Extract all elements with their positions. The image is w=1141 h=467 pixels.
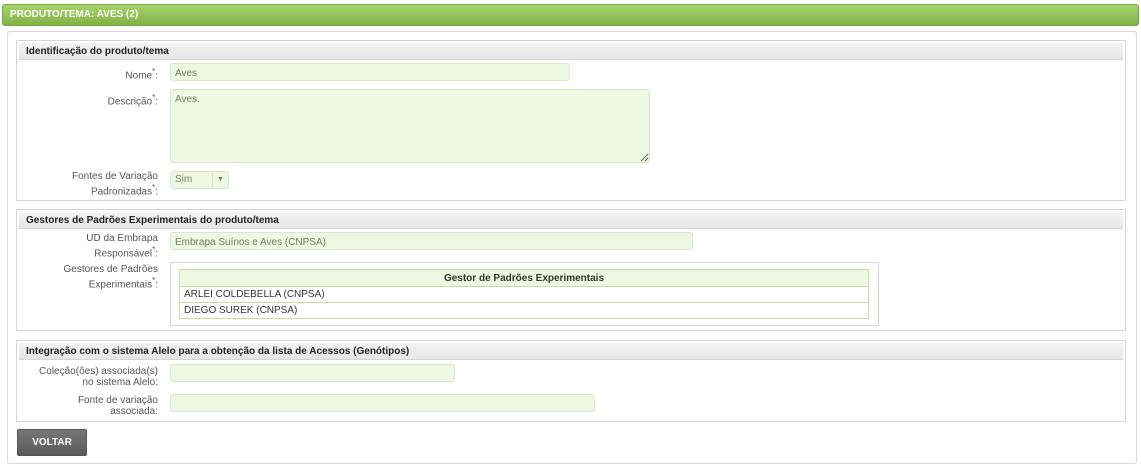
gestores-table-container: Gestor de Padrões Experimentais ARLEI CO… <box>170 262 879 326</box>
table-cell: DIEGO SUREK (CNPSA) <box>179 302 869 319</box>
ud-field[interactable]: Embrapa Suínos e Aves (CNPSA) <box>170 232 693 250</box>
table-row[interactable]: DIEGO SUREK (CNPSA) <box>179 302 869 319</box>
descricao-label: Descrição*: <box>107 93 158 108</box>
gestores-label: Gestores de Padrões Experimentais*: <box>63 264 159 291</box>
ud-label: UD da Embrapa Responsável*: <box>86 233 158 260</box>
descricao-textarea[interactable]: Aves. <box>170 89 650 163</box>
chevron-down-icon[interactable]: ▼ <box>212 172 228 188</box>
table-cell: ARLEI COLDEBELLA (CNPSA) <box>179 286 869 303</box>
nome-label: Nome*: <box>125 67 158 82</box>
resize-grip-icon[interactable] <box>642 155 648 161</box>
section-heading: Identificação do produto/tema <box>19 43 1123 60</box>
section-heading: Integração com o sistema Alelo para a ob… <box>19 343 1123 360</box>
fonte-variacao-field[interactable] <box>170 394 595 412</box>
nome-field[interactable]: Aves <box>170 63 570 81</box>
voltar-button[interactable]: VOLTAR <box>17 429 87 456</box>
fontes-select[interactable]: Sim ▼ <box>170 171 229 189</box>
table-header: Gestor de Padrões Experimentais <box>179 269 869 287</box>
section-heading: Gestores de Padrões Experimentais do pro… <box>19 212 1123 229</box>
gestores-table: Gestor de Padrões Experimentais ARLEI CO… <box>179 269 869 319</box>
fontes-label: Fontes de Variação Padronizadas*: <box>72 171 158 198</box>
colecao-field[interactable] <box>170 364 455 382</box>
colecao-label: Coleção(ões) associada(s) no sistema Ale… <box>39 366 158 388</box>
page-title: PRODUTO/TEMA: AVES (2) <box>2 4 1139 26</box>
table-row[interactable]: ARLEI COLDEBELLA (CNPSA) <box>179 286 869 303</box>
fonte-variacao-label: Fonte de variação associada: <box>77 395 158 417</box>
